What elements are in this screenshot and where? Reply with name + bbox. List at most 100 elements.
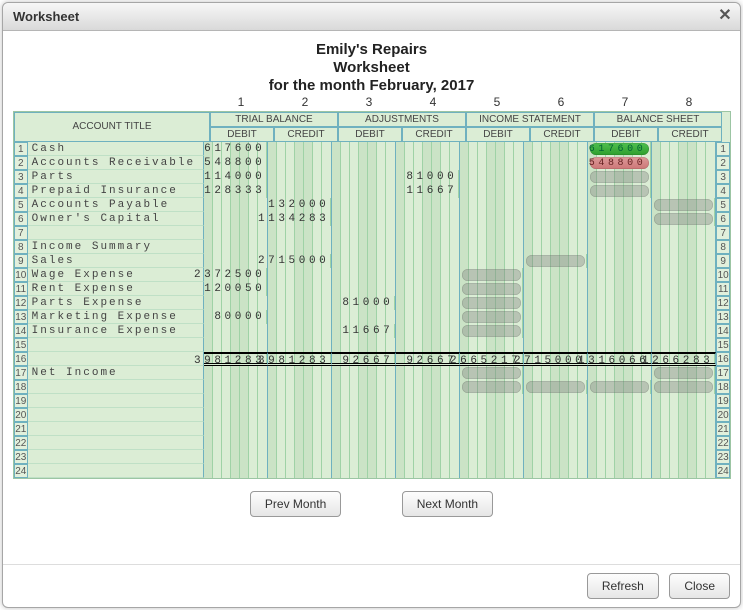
amount-cell[interactable] bbox=[652, 268, 716, 282]
amount-cell[interactable] bbox=[396, 366, 460, 380]
amount-cell[interactable] bbox=[332, 450, 396, 464]
amount-cell[interactable] bbox=[332, 436, 396, 450]
amount-cell[interactable] bbox=[268, 226, 332, 240]
account-title-cell[interactable] bbox=[28, 422, 205, 436]
amount-cell[interactable] bbox=[588, 380, 652, 394]
amount-cell[interactable] bbox=[460, 254, 524, 268]
amount-cell[interactable] bbox=[524, 170, 588, 184]
amount-cell[interactable] bbox=[460, 184, 524, 198]
amount-cell[interactable] bbox=[524, 142, 588, 156]
amount-cell[interactable] bbox=[460, 296, 524, 310]
amount-cell[interactable] bbox=[460, 436, 524, 450]
amount-cell[interactable]: 3981283 bbox=[204, 352, 268, 366]
amount-cell[interactable] bbox=[652, 310, 716, 324]
amount-cell[interactable] bbox=[652, 436, 716, 450]
amount-cell[interactable] bbox=[588, 408, 652, 422]
amount-cell[interactable] bbox=[396, 198, 460, 212]
amount-cell[interactable] bbox=[652, 394, 716, 408]
amount-cell[interactable] bbox=[460, 268, 524, 282]
amount-cell[interactable]: 92667 bbox=[332, 352, 396, 366]
amount-cell[interactable] bbox=[652, 450, 716, 464]
amount-cell[interactable] bbox=[460, 310, 524, 324]
amount-cell[interactable] bbox=[332, 156, 396, 170]
amount-cell[interactable] bbox=[332, 170, 396, 184]
amount-cell[interactable] bbox=[588, 268, 652, 282]
account-title-cell[interactable] bbox=[28, 380, 205, 394]
amount-cell[interactable] bbox=[652, 366, 716, 380]
amount-cell[interactable] bbox=[460, 408, 524, 422]
amount-cell[interactable] bbox=[204, 380, 268, 394]
amount-cell[interactable]: 11667 bbox=[396, 184, 460, 198]
amount-cell[interactable] bbox=[396, 142, 460, 156]
amount-cell[interactable] bbox=[204, 394, 268, 408]
amount-cell[interactable] bbox=[652, 380, 716, 394]
amount-cell[interactable] bbox=[524, 268, 588, 282]
account-title-cell[interactable] bbox=[28, 352, 205, 366]
amount-cell[interactable] bbox=[460, 226, 524, 240]
amount-cell[interactable] bbox=[652, 422, 716, 436]
amount-cell[interactable]: 128333 bbox=[204, 184, 268, 198]
amount-cell[interactable] bbox=[524, 254, 588, 268]
titlebar[interactable]: Worksheet ✕ bbox=[3, 3, 740, 31]
amount-cell[interactable]: 2715000 bbox=[524, 352, 588, 366]
account-title-cell[interactable]: Accounts Payable bbox=[28, 198, 205, 212]
next-month-button[interactable]: Next Month bbox=[402, 491, 493, 517]
account-title-cell[interactable] bbox=[28, 436, 205, 450]
amount-cell[interactable] bbox=[460, 324, 524, 338]
account-title-cell[interactable]: Parts Expense bbox=[28, 296, 205, 310]
amount-cell[interactable] bbox=[460, 422, 524, 436]
amount-cell[interactable]: 1266283 bbox=[652, 352, 716, 366]
account-title-cell[interactable] bbox=[28, 338, 205, 352]
amount-cell[interactable] bbox=[524, 156, 588, 170]
amount-cell[interactable]: 1316066 bbox=[588, 352, 652, 366]
account-title-cell[interactable] bbox=[28, 464, 205, 478]
amount-cell[interactable] bbox=[332, 394, 396, 408]
amount-cell[interactable] bbox=[460, 380, 524, 394]
account-title-cell[interactable]: Income Summary bbox=[28, 240, 205, 254]
amount-cell[interactable] bbox=[588, 464, 652, 478]
amount-cell[interactable] bbox=[268, 380, 332, 394]
amount-cell[interactable] bbox=[588, 338, 652, 352]
amount-cell[interactable] bbox=[268, 394, 332, 408]
amount-cell[interactable] bbox=[204, 254, 268, 268]
account-title-cell[interactable] bbox=[28, 408, 205, 422]
amount-cell[interactable] bbox=[332, 408, 396, 422]
amount-cell[interactable] bbox=[204, 464, 268, 478]
prev-month-button[interactable]: Prev Month bbox=[250, 491, 341, 517]
amount-cell[interactable] bbox=[332, 184, 396, 198]
amount-cell[interactable] bbox=[332, 380, 396, 394]
amount-cell[interactable] bbox=[460, 366, 524, 380]
amount-cell[interactable] bbox=[268, 464, 332, 478]
amount-cell[interactable] bbox=[588, 296, 652, 310]
amount-cell[interactable] bbox=[204, 436, 268, 450]
amount-cell[interactable] bbox=[204, 450, 268, 464]
amount-cell[interactable] bbox=[396, 464, 460, 478]
amount-cell[interactable] bbox=[332, 226, 396, 240]
account-title-cell[interactable]: Sales bbox=[28, 254, 205, 268]
amount-cell[interactable] bbox=[588, 310, 652, 324]
amount-cell[interactable]: 2715000 bbox=[268, 254, 332, 268]
amount-cell[interactable] bbox=[524, 226, 588, 240]
amount-cell[interactable] bbox=[588, 184, 652, 198]
amount-cell[interactable] bbox=[460, 156, 524, 170]
amount-cell[interactable] bbox=[204, 226, 268, 240]
amount-cell[interactable] bbox=[588, 198, 652, 212]
amount-cell[interactable] bbox=[588, 254, 652, 268]
amount-cell[interactable] bbox=[652, 240, 716, 254]
amount-cell[interactable] bbox=[268, 310, 332, 324]
amount-cell[interactable] bbox=[268, 366, 332, 380]
account-title-cell[interactable] bbox=[28, 450, 205, 464]
amount-cell[interactable] bbox=[396, 296, 460, 310]
amount-cell[interactable] bbox=[332, 464, 396, 478]
amount-cell[interactable]: 3981283 bbox=[268, 352, 332, 366]
amount-cell[interactable] bbox=[460, 282, 524, 296]
amount-cell[interactable] bbox=[524, 296, 588, 310]
amount-cell[interactable]: 120050 bbox=[204, 282, 268, 296]
amount-cell[interactable] bbox=[268, 296, 332, 310]
amount-cell[interactable] bbox=[204, 338, 268, 352]
amount-cell[interactable] bbox=[332, 268, 396, 282]
amount-cell[interactable] bbox=[460, 142, 524, 156]
amount-cell[interactable] bbox=[396, 324, 460, 338]
account-title-cell[interactable]: Wage Expense bbox=[28, 268, 205, 282]
amount-cell[interactable] bbox=[652, 142, 716, 156]
